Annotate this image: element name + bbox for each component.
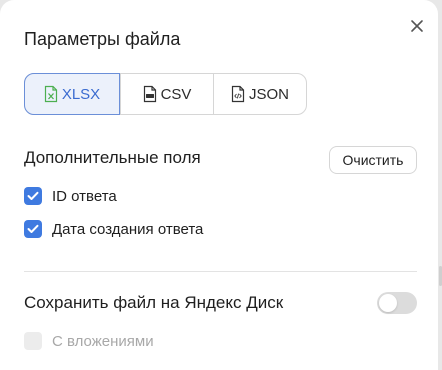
xlsx-file-icon bbox=[44, 85, 58, 103]
format-selector: XLSX CSV JSON bbox=[24, 73, 307, 115]
dialog-title: Параметры файла bbox=[24, 29, 181, 49]
save-to-disk-title: Сохранить файл на Яндекс Диск bbox=[24, 293, 284, 312]
checkmark-icon bbox=[27, 224, 39, 233]
checkbox-checked[interactable] bbox=[24, 220, 42, 238]
option-label: С вложениями bbox=[52, 332, 154, 350]
format-csv-label: CSV bbox=[160, 85, 192, 103]
option-with-attachments[interactable]: С вложениями bbox=[24, 332, 154, 350]
close-button[interactable] bbox=[406, 15, 428, 37]
divider bbox=[24, 271, 417, 272]
additional-fields-title: Дополнительные поля bbox=[24, 148, 201, 167]
option-response-id[interactable]: ID ответа bbox=[24, 187, 117, 205]
format-json-button[interactable]: JSON bbox=[213, 74, 306, 114]
json-file-icon bbox=[231, 85, 245, 103]
checkmark-icon bbox=[27, 191, 39, 200]
checkbox-checked[interactable] bbox=[24, 187, 42, 205]
option-label: ID ответа bbox=[52, 187, 117, 205]
save-to-disk-toggle[interactable] bbox=[377, 292, 417, 314]
option-response-created-date[interactable]: Дата создания ответа bbox=[24, 220, 203, 238]
clear-button[interactable]: Очистить bbox=[329, 146, 417, 174]
option-label: Дата создания ответа bbox=[52, 220, 204, 238]
csv-file-icon bbox=[143, 85, 157, 103]
format-csv-button[interactable]: CSV bbox=[120, 74, 213, 114]
format-xlsx-button[interactable]: XLSX bbox=[24, 73, 120, 115]
close-icon bbox=[410, 19, 424, 33]
toggle-knob bbox=[379, 294, 397, 312]
checkbox-disabled[interactable] bbox=[24, 332, 42, 350]
format-xlsx-label: XLSX bbox=[61, 85, 101, 103]
format-json-label: JSON bbox=[248, 85, 289, 103]
file-params-dialog: Параметры файла XLSX CSV JSON Дополнител… bbox=[0, 0, 438, 370]
